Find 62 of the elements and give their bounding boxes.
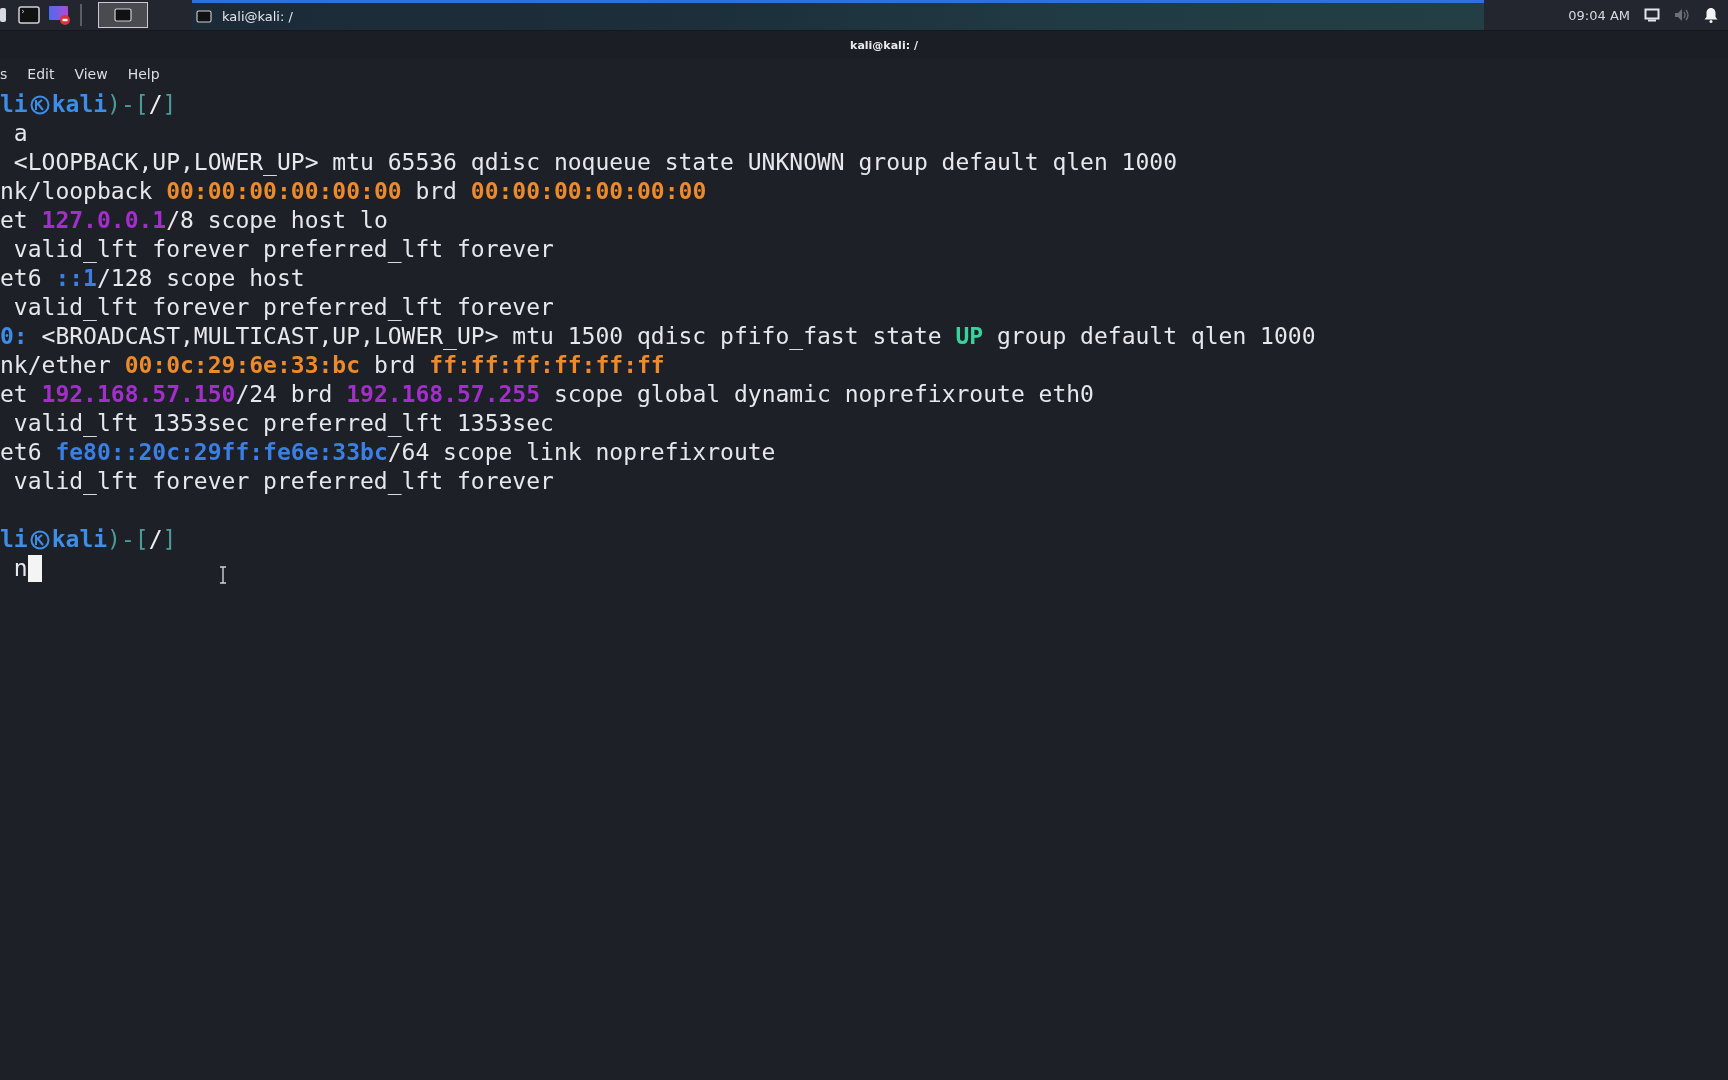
ip-address: 192.168.57.150 [41, 380, 236, 409]
terminal-icon[interactable] [18, 6, 40, 24]
terminal-text: /24 brd [235, 380, 334, 409]
terminal-text: et6 [0, 438, 43, 467]
terminal-icon [196, 10, 212, 23]
ipv6-address: fe80::20c:29ff:fe6e:33bc [55, 438, 388, 467]
terminal-text: /64 scope link noprefixroute [387, 438, 776, 467]
prompt-user: li [0, 90, 28, 119]
terminal-text: et [0, 206, 29, 235]
terminal-text: nk/loopback [0, 177, 154, 206]
link-state: UP [955, 322, 984, 351]
mac-address: 00:00:00:00:00:00 [166, 177, 402, 206]
menu-item[interactable]: Edit [27, 66, 55, 82]
prompt-path: / [148, 525, 163, 554]
terminal-text: /128 scope host [96, 264, 305, 293]
menu-item[interactable]: View [74, 66, 108, 82]
terminal-text: et [0, 380, 29, 409]
terminal-text: <LOOPBACK,UP,LOWER_UP> mtu 65536 qdisc noqueue state UNKNOWN group default qlen 1000 [12, 148, 1177, 177]
interface-name: 0: [0, 322, 28, 351]
terminal-text: et6 [0, 264, 43, 293]
terminal-text: n [12, 554, 28, 583]
screen-recorder-icon[interactable] [48, 4, 72, 26]
terminal-text: nk/ether [0, 351, 112, 380]
mac-address: 00:00:00:00:00:00 [470, 177, 707, 206]
terminal-text: valid_lft forever preferred_lft forever [12, 235, 554, 264]
prompt-bracket: )-[ [107, 90, 149, 119]
terminal-text: brd [372, 351, 417, 380]
terminal-text: brd [414, 177, 458, 206]
display-icon[interactable] [1644, 8, 1660, 22]
terminal-icon [114, 8, 132, 22]
terminal-text: <BROADCAST,MULTICAST,UP,LOWER_UP> mtu 1500 qdisc pfifo_fast state [40, 322, 943, 351]
ipv6-address: ::1 [55, 264, 97, 293]
terminal-text: valid_lft forever preferred_lft forever [12, 293, 554, 322]
prompt-bracket: )-[ [107, 525, 149, 554]
menu-item[interactable]: s [0, 66, 8, 82]
workspace-button[interactable] [98, 2, 148, 28]
prompt-user: kali [51, 90, 108, 119]
prompt-user: li [0, 525, 28, 554]
ip-address: 192.168.57.255 [346, 380, 541, 409]
kali-logo-icon [29, 529, 50, 550]
mac-address: ff:ff:ff:ff:ff:ff [429, 351, 665, 380]
task-button[interactable]: kali@kali: / [192, 0, 1484, 30]
speaker-icon[interactable] [1674, 8, 1690, 22]
terminal-text: valid_lft forever preferred_lft forever [12, 467, 554, 496]
ip-address: 127.0.0.1 [41, 206, 167, 235]
prompt-bracket: ] [162, 90, 177, 119]
app-icon[interactable] [0, 6, 8, 24]
prompt-bracket: ] [162, 525, 177, 554]
kali-logo-icon [29, 94, 50, 115]
menu-item[interactable]: Help [127, 66, 160, 82]
prompt-user: kali [51, 525, 108, 554]
mouse-pointer-icon [219, 566, 227, 584]
mac-address: 00:0c:29:6e:33:bc [124, 351, 361, 380]
terminal-text: valid_lft 1353sec preferred_lft 1353sec [12, 409, 554, 438]
terminal-text: scope global dynamic noprefixroute eth0 [552, 380, 1094, 409]
bell-icon[interactable] [1704, 7, 1718, 23]
prompt-path: / [148, 90, 163, 119]
terminal-text: group default qlen 1000 [996, 322, 1316, 351]
terminal-text: a [12, 119, 28, 148]
terminal-text: /8 scope host lo [166, 206, 388, 235]
window-title: kali@kali: / [849, 38, 918, 52]
clock[interactable]: 09:04 AM [1568, 7, 1630, 23]
